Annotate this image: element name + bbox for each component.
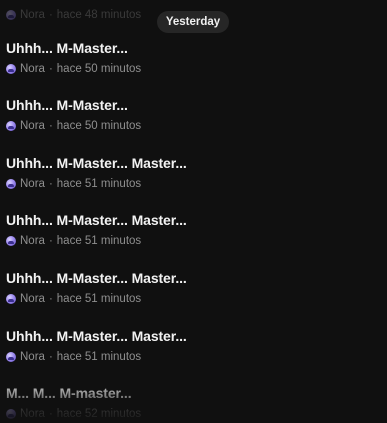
- nora-avatar-icon: [6, 121, 16, 131]
- message-item[interactable]: Uhhh... M-Master... Nora · hace 50 minut…: [6, 97, 381, 137]
- message-item[interactable]: Uhhh... M-Master... Master... Nora · hac…: [6, 155, 381, 195]
- message-author: Nora: [20, 63, 45, 75]
- message-meta: Nora · hace 52 minutos: [6, 407, 141, 421]
- message-title: Uhhh... M-Master... Master...: [6, 270, 187, 286]
- message-meta: Nora · hace 50 minutos: [6, 119, 141, 133]
- message-time: hace 51 minutos: [56, 178, 142, 190]
- nora-avatar-icon: [6, 236, 16, 246]
- message-author: Nora: [20, 293, 45, 305]
- message-item[interactable]: M... M... M-master... Nora · hace 52 min…: [6, 385, 381, 423]
- message-item[interactable]: Uhhh... M-Master... Nora · hace 50 minut…: [6, 40, 381, 80]
- message-meta: Nora · hace 48 minutos: [6, 8, 141, 22]
- meta-separator: ·: [48, 120, 53, 132]
- message-meta: Nora · hace 51 minutos: [6, 234, 141, 248]
- message-title: M... M... M-master...: [6, 385, 132, 401]
- nora-avatar-icon: [6, 10, 16, 20]
- nora-avatar-icon: [6, 64, 16, 74]
- message-meta: Nora · hace 51 minutos: [6, 350, 141, 364]
- meta-separator: ·: [48, 63, 53, 75]
- message-title: Uhhh... M-Master...: [6, 40, 128, 56]
- message-item[interactable]: Uhhh... M-Master... Master... Nora · hac…: [6, 212, 381, 252]
- message-author: Nora: [20, 120, 45, 132]
- meta-separator: ·: [48, 178, 53, 190]
- message-meta: Nora · hace 51 minutos: [6, 177, 141, 191]
- message-author: Nora: [20, 235, 45, 247]
- meta-separator: ·: [48, 408, 53, 420]
- message-author: Nora: [20, 408, 45, 420]
- message-time: hace 48 minutos: [56, 9, 142, 21]
- message-author: Nora: [20, 9, 45, 21]
- message-title: Uhhh... M-Master...: [6, 97, 128, 113]
- message-author: Nora: [20, 178, 45, 190]
- message-meta: Nora · hace 51 minutos: [6, 292, 141, 306]
- message-time: hace 51 minutos: [56, 351, 142, 363]
- message-time: hace 52 minutos: [56, 408, 142, 420]
- nora-avatar-icon: [6, 179, 16, 189]
- nora-avatar-icon: [6, 352, 16, 362]
- message-title: Uhhh... M-Master... Master...: [6, 212, 187, 228]
- message-time: hace 51 minutos: [56, 235, 142, 247]
- chat-history-panel: Yesterday Nora · hace 48 minutos Uhhh...…: [0, 0, 387, 423]
- message-item[interactable]: Uhhh... M-Master... Master... Nora · hac…: [6, 270, 381, 310]
- meta-separator: ·: [48, 235, 53, 247]
- message-time: hace 50 minutos: [56, 120, 142, 132]
- meta-separator: ·: [48, 351, 53, 363]
- date-divider-badge: Yesterday: [157, 11, 229, 33]
- meta-separator: ·: [48, 9, 53, 21]
- nora-avatar-icon: [6, 409, 16, 419]
- meta-separator: ·: [48, 293, 53, 305]
- message-item[interactable]: Uhhh... M-Master... Master... Nora · hac…: [6, 328, 381, 368]
- message-meta: Nora · hace 50 minutos: [6, 62, 141, 76]
- message-title: Uhhh... M-Master... Master...: [6, 155, 187, 171]
- message-time: hace 51 minutos: [56, 293, 142, 305]
- message-time: hace 50 minutos: [56, 63, 142, 75]
- message-author: Nora: [20, 351, 45, 363]
- nora-avatar-icon: [6, 294, 16, 304]
- message-title: Uhhh... M-Master... Master...: [6, 328, 187, 344]
